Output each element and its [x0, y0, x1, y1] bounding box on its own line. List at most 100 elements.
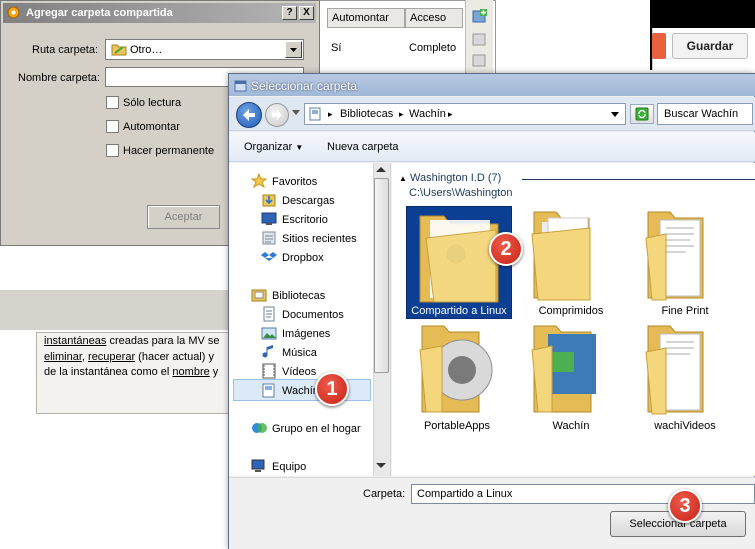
dropbox-icon: [261, 249, 277, 265]
refresh-icon: [635, 107, 649, 121]
group-path: C:\Users\Washington: [409, 187, 513, 199]
background-red-button[interactable]: [652, 33, 666, 59]
grid-cell-acceso: Completo: [409, 42, 457, 54]
refresh-button[interactable]: [630, 104, 654, 124]
column-header-automontar[interactable]: Automontar: [327, 8, 405, 28]
folder-icon: [645, 325, 704, 415]
recent-places-icon: [261, 230, 277, 246]
pictures-icon: [261, 325, 277, 341]
background-panel: [0, 290, 240, 330]
search-input[interactable]: Buscar Wachín: [657, 103, 753, 125]
breadcrumb-separator-icon[interactable]: ▸: [399, 109, 404, 120]
videos-icon: [261, 363, 277, 379]
help-button[interactable]: ?: [282, 6, 297, 20]
permanente-checkbox[interactable]: [106, 144, 119, 157]
recent-pages-dropdown[interactable]: [292, 110, 300, 116]
folder-portableapps[interactable]: [410, 322, 500, 416]
nav-musica[interactable]: Música: [282, 344, 317, 362]
nav-scroll-thumb[interactable]: [374, 178, 389, 373]
breadcrumb-separator-icon[interactable]: ▸: [448, 109, 453, 120]
carpeta-label: Carpeta:: [363, 488, 406, 500]
dialog-title: Agregar carpeta compartida: [3, 3, 316, 23]
add-folder-icon[interactable]: [472, 8, 488, 24]
library-icon: [309, 107, 322, 122]
solo-lectura-checkbox[interactable]: [106, 96, 119, 109]
solo-lectura-label: Sólo lectura: [123, 97, 182, 109]
libraries-icon: [251, 287, 267, 303]
nav-documentos[interactable]: Documentos: [282, 306, 344, 324]
eliminar-link[interactable]: eliminar: [44, 351, 82, 363]
breadcrumb-bibliotecas[interactable]: Bibliotecas: [340, 108, 393, 120]
folder-wachin[interactable]: [526, 322, 606, 416]
folder-label: PortableApps: [423, 420, 491, 432]
instantaneas-link[interactable]: instantáneas: [44, 335, 106, 347]
snapshot-help-text: instantáneas creadas para la MV se elimi…: [44, 335, 220, 378]
breadcrumb-wachin[interactable]: Wachín: [409, 108, 446, 120]
edit-folder-icon[interactable]: [472, 31, 488, 47]
folder-label: wachiVideos: [654, 420, 716, 432]
breadcrumb-separator-icon[interactable]: ▸: [328, 109, 333, 120]
nav-escritorio[interactable]: Escritorio: [282, 211, 328, 229]
group-header[interactable]: Washington I.D (7): [410, 172, 501, 184]
forward-button[interactable]: [265, 103, 289, 127]
folder-wachivideos[interactable]: [640, 322, 710, 416]
nombre-link[interactable]: nombre: [172, 366, 209, 378]
automontar-label: Automontar: [123, 121, 180, 133]
documents-icon: [261, 306, 277, 322]
command-bar: [229, 132, 755, 162]
nav-descargas[interactable]: Descargas: [282, 192, 335, 210]
folder-comprimidos[interactable]: [526, 208, 596, 302]
downloads-icon: [261, 192, 277, 208]
permanente-label: Hacer permanente: [123, 145, 215, 157]
nav-grupo-hogar[interactable]: Grupo en el hogar: [272, 420, 361, 438]
nav-favoritos[interactable]: Favoritos: [272, 173, 317, 191]
ruta-label: Ruta carpeta:: [32, 44, 99, 56]
automontar-checkbox[interactable]: [106, 120, 119, 133]
folder-label: Fine Print: [661, 305, 709, 317]
close-button[interactable]: X: [299, 6, 314, 20]
music-icon: [261, 344, 277, 360]
folder-label: Comprimidos: [538, 305, 604, 317]
nav-bibliotecas[interactable]: Bibliotecas: [272, 287, 325, 305]
nav-videos[interactable]: Vídeos: [282, 363, 316, 381]
collapse-group-icon[interactable]: ▲: [399, 174, 407, 183]
back-button[interactable]: [236, 102, 262, 128]
address-bar[interactable]: ▸ Bibliotecas ▸ Wachín ▸: [304, 103, 626, 125]
chevron-down-icon[interactable]: [611, 112, 619, 117]
aceptar-button[interactable]: Aceptar: [147, 205, 220, 229]
organizar-menu[interactable]: Organizar ▼: [244, 141, 303, 153]
nav-equipo[interactable]: Equipo: [272, 458, 306, 476]
nav-sitios-recientes[interactable]: Sitios recientes: [282, 230, 357, 248]
homegroup-icon: [251, 420, 268, 436]
computer-icon: [251, 458, 268, 474]
folder-icon: [419, 325, 493, 413]
nav-imagenes[interactable]: Imágenes: [282, 325, 330, 343]
folder-icon: [111, 42, 127, 57]
nav-wachin[interactable]: Wachín: [282, 382, 319, 400]
gear-icon: [6, 5, 21, 20]
chevron-down-icon[interactable]: [285, 41, 302, 58]
nav-dropbox[interactable]: Dropbox: [282, 249, 324, 267]
folder-icon: [531, 325, 596, 413]
library-icon: [261, 382, 277, 398]
star-icon: [251, 173, 267, 189]
carpeta-field[interactable]: Compartido a Linux: [411, 484, 755, 504]
window-icon: [234, 79, 247, 92]
annotation-badge-3: 3: [668, 489, 702, 523]
annotation-badge-2: 2: [489, 232, 523, 266]
column-header-acceso[interactable]: Acceso: [405, 8, 463, 28]
guardar-button[interactable]: Guardar: [672, 33, 748, 59]
remove-folder-icon[interactable]: [472, 52, 488, 68]
folder-icon: [531, 211, 591, 301]
scroll-up-icon[interactable]: [376, 166, 386, 173]
scroll-down-icon[interactable]: [376, 462, 386, 469]
nueva-carpeta-button[interactable]: Nueva carpeta: [327, 141, 399, 153]
folder-fine-print[interactable]: [640, 208, 710, 302]
ruta-select[interactable]: Otro…: [105, 39, 304, 60]
annotation-badge-1: 1: [315, 372, 349, 406]
recuperar-link[interactable]: recuperar: [88, 351, 135, 363]
folder-toolbar: [465, 0, 493, 75]
desktop-icon: [261, 211, 277, 227]
arrow-right-icon: [272, 110, 282, 120]
nombre-label: Nombre carpeta:: [18, 72, 100, 84]
